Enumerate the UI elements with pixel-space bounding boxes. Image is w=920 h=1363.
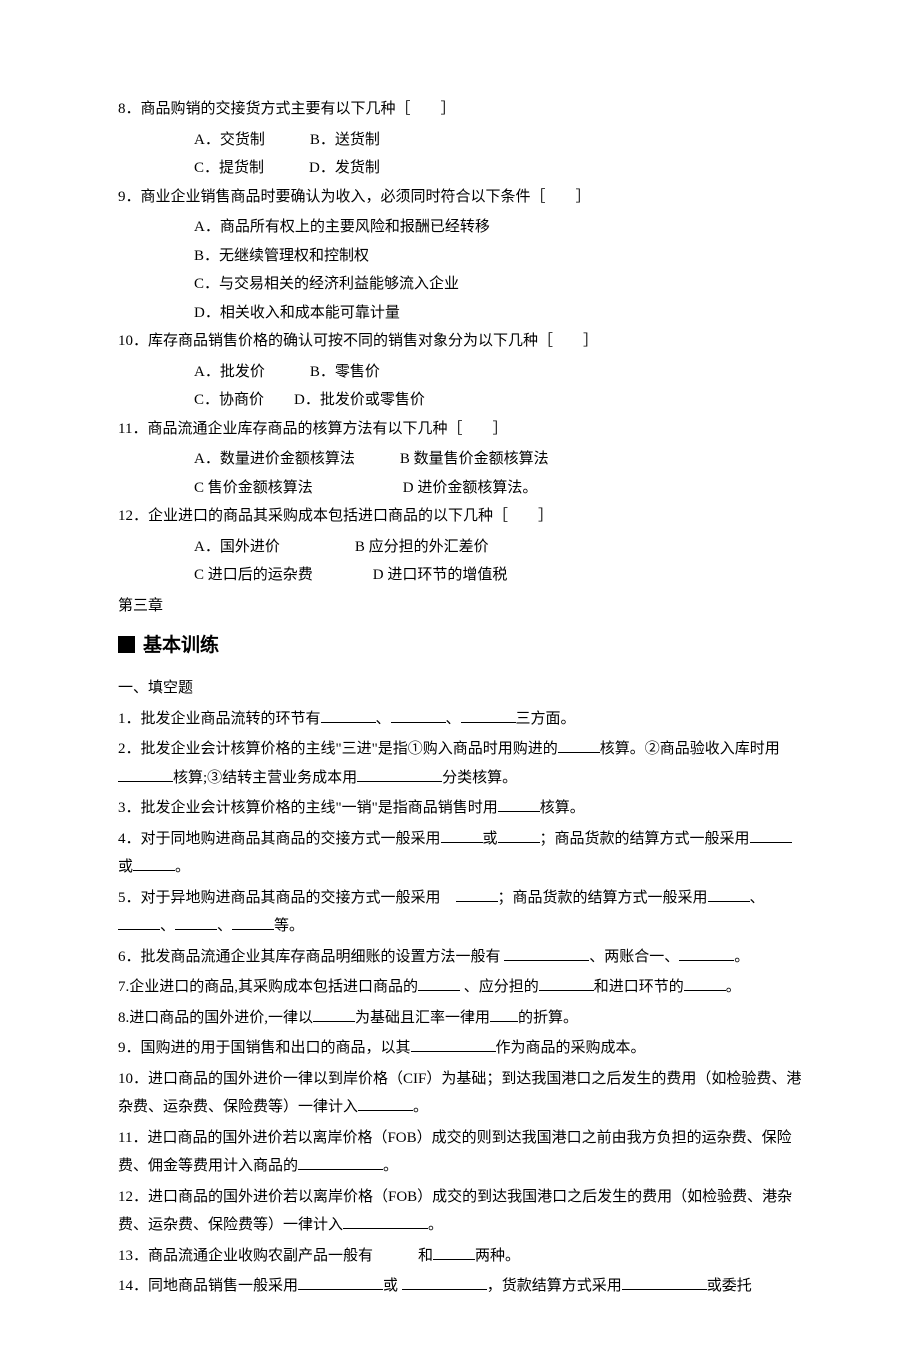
question-9: 9．商业企业销售商品时要确认为收入，必须同时符合以下条件［ ］: [118, 183, 805, 212]
blank[interactable]: [313, 1007, 355, 1022]
blank[interactable]: [684, 976, 726, 991]
q9-opt-d: D．相关收入和成本能可靠计量: [118, 299, 805, 328]
fill-5: 5．对于异地购进商品其商品的交接方式一般采用 ；商品货款的结算方式一般采用、、、…: [118, 884, 805, 941]
fill-12: 12．进口商品的国外进价若以离岸价格（FOB）成交的到达我国港口之后发生的费用（…: [118, 1183, 805, 1240]
blank[interactable]: [391, 708, 446, 723]
q12-opt-a: A．国外进价: [194, 539, 280, 555]
q12-options-row2: C 进口后的运杂费 D 进口环节的增值税: [118, 561, 805, 590]
q11-options-row1: A．数量进价金额核算法 B 数量售价金额核算法: [118, 445, 805, 474]
q10-opt-d: D．批发价或零售价: [294, 392, 425, 408]
q9-opt-b: B．无继续管理权和控制权: [118, 242, 805, 271]
q10-opt-b: B．零售价: [310, 364, 380, 380]
blank[interactable]: [539, 976, 594, 991]
blank[interactable]: [498, 797, 540, 812]
fill-1: 1．批发企业商品流转的环节有、、三方面。: [118, 705, 805, 734]
blank[interactable]: [461, 708, 516, 723]
fill-14: 14．同地商品销售一般采用或 ，货款结算方式采用或委托: [118, 1272, 805, 1301]
question-10: 10．库存商品销售价格的确认可按不同的销售对象分为以下几种［ ］: [118, 327, 805, 356]
blank[interactable]: [622, 1275, 707, 1290]
q9-opt-a: A．商品所有权上的主要风险和报酬已经转移: [118, 213, 805, 242]
blank[interactable]: [708, 887, 750, 902]
q8-opt-b: B．送货制: [310, 132, 380, 148]
q8-opt-d: D．发货制: [309, 160, 380, 176]
question-12: 12．企业进口的商品其采购成本包括进口商品的以下几种［ ］: [118, 502, 805, 531]
fill-9: 9．国购进的用于国销售和出口的商品，以其作为商品的采购成本。: [118, 1034, 805, 1063]
q8-opt-a: A．交货制: [194, 132, 265, 148]
q12-opt-b: B 应分担的外汇差价: [355, 539, 489, 555]
q11-opt-d: D 进价金额核算法。: [403, 480, 538, 496]
chapter-heading: 第三章: [118, 592, 805, 621]
blank[interactable]: [498, 828, 540, 843]
question-8: 8．商品购销的交接货方式主要有以下几种［ ］: [118, 95, 805, 124]
blank[interactable]: [441, 828, 483, 843]
q11-opt-b: B 数量售价金额核算法: [400, 451, 549, 467]
blank[interactable]: [402, 1275, 487, 1290]
fill-3: 3．批发企业会计核算价格的主线"一销"是指商品销售时用核算。: [118, 794, 805, 823]
blank[interactable]: [418, 976, 460, 991]
fill-7: 7.企业进口的商品,其采购成本包括进口商品的 、应分担的和进口环节的。: [118, 973, 805, 1002]
blank[interactable]: [118, 767, 173, 782]
blank[interactable]: [490, 1007, 518, 1022]
fill-8: 8.进口商品的国外进价,一律以为基础且汇率一律用的折算。: [118, 1004, 805, 1033]
blank[interactable]: [504, 946, 589, 961]
q10-options-row1: A．批发价 B．零售价: [118, 358, 805, 387]
blank[interactable]: [232, 915, 274, 930]
blank[interactable]: [133, 856, 175, 871]
blank[interactable]: [679, 946, 734, 961]
q12-opt-d: D 进口环节的增值税: [373, 567, 508, 583]
q10-opt-a: A．批发价: [194, 364, 265, 380]
q12-options-row1: A．国外进价 B 应分担的外汇差价: [118, 533, 805, 562]
q12-opt-c: C 进口后的运杂费: [194, 567, 313, 583]
blank[interactable]: [175, 915, 217, 930]
blank[interactable]: [750, 828, 792, 843]
fill-10: 10．进口商品的国外进价一律以到岸价格（CIF）为基础；到达我国港口之后发生的费…: [118, 1065, 805, 1122]
blank[interactable]: [298, 1275, 383, 1290]
q8-options-row2: C．提货制 D．发货制: [118, 154, 805, 183]
blank[interactable]: [343, 1214, 428, 1229]
q11-options-row2: C 售价金额核算法 D 进价金额核算法。: [118, 474, 805, 503]
question-11: 11．商品流通企业库存商品的核算方法有以下几种［ ］: [118, 415, 805, 444]
blank[interactable]: [357, 767, 442, 782]
blank[interactable]: [411, 1037, 496, 1052]
q8-options-row1: A．交货制 B．送货制: [118, 126, 805, 155]
q9-opt-c: C．与交易相关的经济利益能够流入企业: [118, 270, 805, 299]
blank[interactable]: [358, 1096, 413, 1111]
blank[interactable]: [433, 1245, 475, 1260]
blank[interactable]: [118, 915, 160, 930]
blank[interactable]: [298, 1155, 383, 1170]
square-icon: [118, 636, 135, 653]
fill-11: 11．进口商品的国外进价若以离岸价格（FOB）成交的则到达我国港口之前由我方负担…: [118, 1124, 805, 1181]
blank[interactable]: [321, 708, 376, 723]
fill-6: 6．批发商品流通企业其库存商品明细账的设置方法一般有 、两账合一、。: [118, 943, 805, 972]
fill-13: 13．商品流通企业收购农副产品一般有 和两种。: [118, 1242, 805, 1271]
section-title: 基本训练: [118, 628, 805, 664]
fill-4: 4．对于同地购进商品其商品的交接方式一般采用或；商品货款的结算方式一般采用或。: [118, 825, 805, 882]
q10-options-row2: C．协商价 D．批发价或零售价: [118, 386, 805, 415]
fill-title: 一、填空题: [118, 674, 805, 703]
fill-2: 2．批发企业会计核算价格的主线"三进"是指①购入商品时用购进的核算。②商品验收入…: [118, 735, 805, 792]
q8-opt-c: C．提货制: [194, 160, 264, 176]
section-title-text: 基本训练: [143, 635, 219, 656]
q10-opt-c: C．协商价: [194, 392, 264, 408]
q11-opt-a: A．数量进价金额核算法: [194, 451, 355, 467]
q11-opt-c: C 售价金额核算法: [194, 480, 313, 496]
blank[interactable]: [456, 887, 498, 902]
blank[interactable]: [558, 738, 600, 753]
